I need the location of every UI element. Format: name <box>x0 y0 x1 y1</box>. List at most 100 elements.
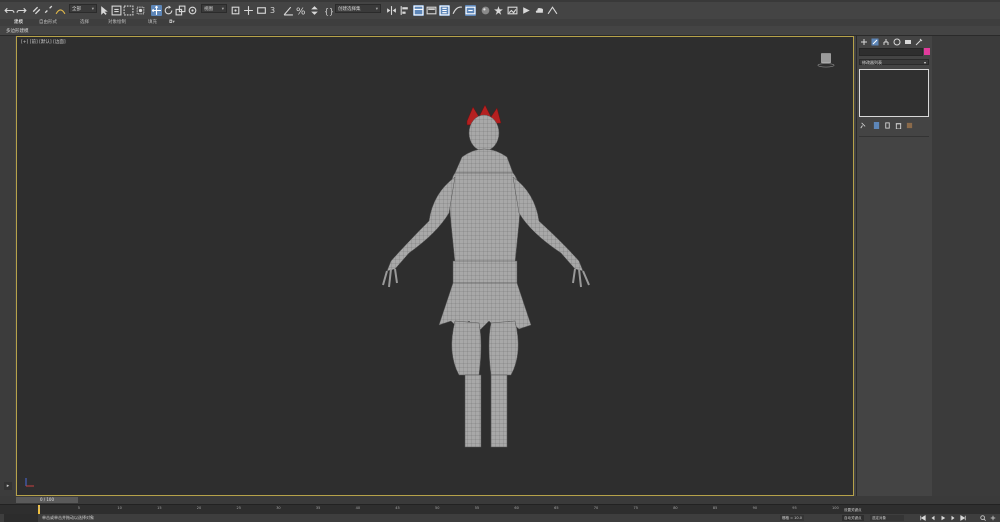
pivot-center-icon[interactable] <box>230 5 241 16</box>
rect-selection-icon[interactable] <box>123 5 134 16</box>
timeline-tick-label: 0 <box>38 506 41 510</box>
status-prompt: 单击或单击并拖动以选择对象 <box>42 515 94 520</box>
modify-tab-icon[interactable] <box>871 38 879 46</box>
expand-track-bar-icon[interactable]: ▸ <box>4 482 12 490</box>
svg-text:{}: {} <box>324 7 334 16</box>
select-manipulate-icon[interactable] <box>243 5 254 16</box>
unlink-icon[interactable] <box>43 5 54 16</box>
curve-editor-icon[interactable] <box>452 5 463 16</box>
scale-icon[interactable] <box>175 5 186 16</box>
chevron-down-icon: ▾ <box>923 60 926 65</box>
bind-spacewarp-icon[interactable] <box>55 5 66 16</box>
play-icon[interactable] <box>940 515 946 521</box>
place-icon[interactable] <box>187 5 198 16</box>
go-to-start-icon[interactable] <box>920 515 926 521</box>
percent-snap-icon[interactable]: % <box>296 5 307 16</box>
timeline-tick-label: 35 <box>315 506 321 510</box>
mirror-icon[interactable] <box>386 5 397 16</box>
timeline-tick-label: 65 <box>554 506 559 510</box>
tab-object-paint[interactable]: 对象绘制 <box>108 19 126 26</box>
scene-explorer-icon[interactable] <box>439 5 450 16</box>
align-icon[interactable] <box>399 5 410 16</box>
schematic-view-icon[interactable] <box>465 5 476 16</box>
undo-icon[interactable] <box>4 5 15 16</box>
selection-filter-value: 全部 <box>72 7 81 12</box>
tab-freeform[interactable]: 自由形式 <box>39 19 57 26</box>
axis-tripod-icon <box>25 478 34 487</box>
render-in-cloud-icon[interactable] <box>534 5 545 16</box>
pan-view-icon[interactable] <box>990 515 996 521</box>
select-by-name-icon[interactable] <box>111 5 122 16</box>
character-model[interactable] <box>367 103 597 448</box>
next-frame-icon[interactable] <box>950 515 956 521</box>
set-key-button[interactable]: 设置关键点 <box>842 507 864 513</box>
ribbon-panel: 多边形建模 <box>0 26 1000 36</box>
tab-selection[interactable]: 选择 <box>80 19 89 26</box>
go-to-end-icon[interactable] <box>960 515 966 521</box>
rotate-icon[interactable] <box>163 5 174 16</box>
ribbon-options-icon[interactable]: ◘▾ <box>169 19 175 26</box>
rendered-frame-window-icon[interactable] <box>507 5 518 16</box>
ribbon-panel-label[interactable]: 多边形建模 <box>6 28 29 34</box>
make-unique-icon[interactable] <box>884 122 891 129</box>
create-tab-icon[interactable] <box>860 38 868 46</box>
reference-coordinate-dropdown[interactable]: 视图 ▾ <box>201 4 227 13</box>
timeline-tick-label: 100 <box>832 506 839 510</box>
time-slider-track[interactable]: ▸ 0 / 100 <box>0 482 1000 504</box>
object-name-field[interactable] <box>859 48 923 56</box>
selection-filter-dropdown[interactable]: 全部 ▾ <box>69 4 97 13</box>
tab-modeling[interactable]: 建模 <box>14 19 23 26</box>
previous-frame-icon[interactable] <box>930 515 936 521</box>
utilities-tab-icon[interactable] <box>915 38 923 46</box>
modifier-list-dropdown[interactable]: 修改器列表 ▾ <box>859 59 929 65</box>
timeline-tick-label: 80 <box>673 506 678 510</box>
timeline-tick-label: 20 <box>196 506 202 510</box>
render-production-icon[interactable] <box>521 5 532 16</box>
show-end-result-icon[interactable] <box>873 122 880 129</box>
svg-text:%: % <box>296 6 305 16</box>
layer-explorer-icon[interactable] <box>413 5 424 16</box>
front-viewport[interactable]: [+] [前] [默认] [边面] <box>16 36 854 496</box>
selected-filter-dropdown[interactable]: 选定对象 <box>870 515 904 521</box>
spinner-snap-icon[interactable] <box>309 5 320 16</box>
zoom-extents-icon[interactable] <box>980 515 986 521</box>
toggle-ribbon-icon[interactable] <box>426 5 437 16</box>
modifier-stack-list[interactable] <box>859 69 929 117</box>
render-setup-icon[interactable] <box>493 5 504 16</box>
maxscript-listener[interactable] <box>4 514 38 522</box>
viewport-label[interactable]: [+] [前] [默认] [边面] <box>21 39 66 45</box>
material-editor-icon[interactable] <box>480 5 491 16</box>
toolbar-top-strip <box>0 0 1000 2</box>
tab-populate[interactable]: 填充 <box>148 19 157 26</box>
timeline-tick-label: 30 <box>276 506 281 510</box>
redo-icon[interactable] <box>16 5 27 16</box>
timeline-tick-label: 45 <box>395 506 400 510</box>
motion-tab-icon[interactable] <box>893 38 901 46</box>
timeline-tick-label: 70 <box>593 506 599 510</box>
edit-named-selection-icon[interactable]: {} <box>323 5 334 16</box>
named-selection-value: 创建选择集 <box>338 7 361 12</box>
keyboard-shortcut-icon[interactable] <box>256 5 267 16</box>
window-crossing-icon[interactable] <box>135 5 146 16</box>
autokey-button[interactable]: 自动关键点 <box>842 515 864 521</box>
object-color-swatch[interactable] <box>924 48 930 55</box>
modifier-stack-toolbar <box>859 122 929 130</box>
link-icon[interactable] <box>31 5 42 16</box>
grid-readout: 栅格 = 10.0 <box>780 515 804 521</box>
angle-snap-icon[interactable] <box>283 5 294 16</box>
display-tab-icon[interactable] <box>904 38 912 46</box>
configure-modifier-sets-icon[interactable] <box>906 122 913 129</box>
autodesk-a360-icon[interactable] <box>547 5 558 16</box>
time-slider-thumb[interactable]: 0 / 100 <box>16 497 78 503</box>
move-icon[interactable] <box>151 5 162 16</box>
select-object-icon[interactable] <box>99 5 110 16</box>
snap-toggle-icon[interactable]: 3 <box>270 5 281 16</box>
named-selection-dropdown[interactable]: 创建选择集 ▾ <box>335 4 381 13</box>
viewcube-icon[interactable] <box>817 50 835 68</box>
timeline-tick-label: 75 <box>633 506 638 510</box>
pin-stack-icon[interactable] <box>859 122 866 129</box>
hierarchy-tab-icon[interactable] <box>882 38 890 46</box>
main-toolbar: 全部 ▾ 视图 ▾ 3 % {} 创建选择集 ▾ <box>0 0 1000 20</box>
modifier-list-label: 修改器列表 <box>862 60 882 65</box>
remove-modifier-icon[interactable] <box>895 122 902 129</box>
